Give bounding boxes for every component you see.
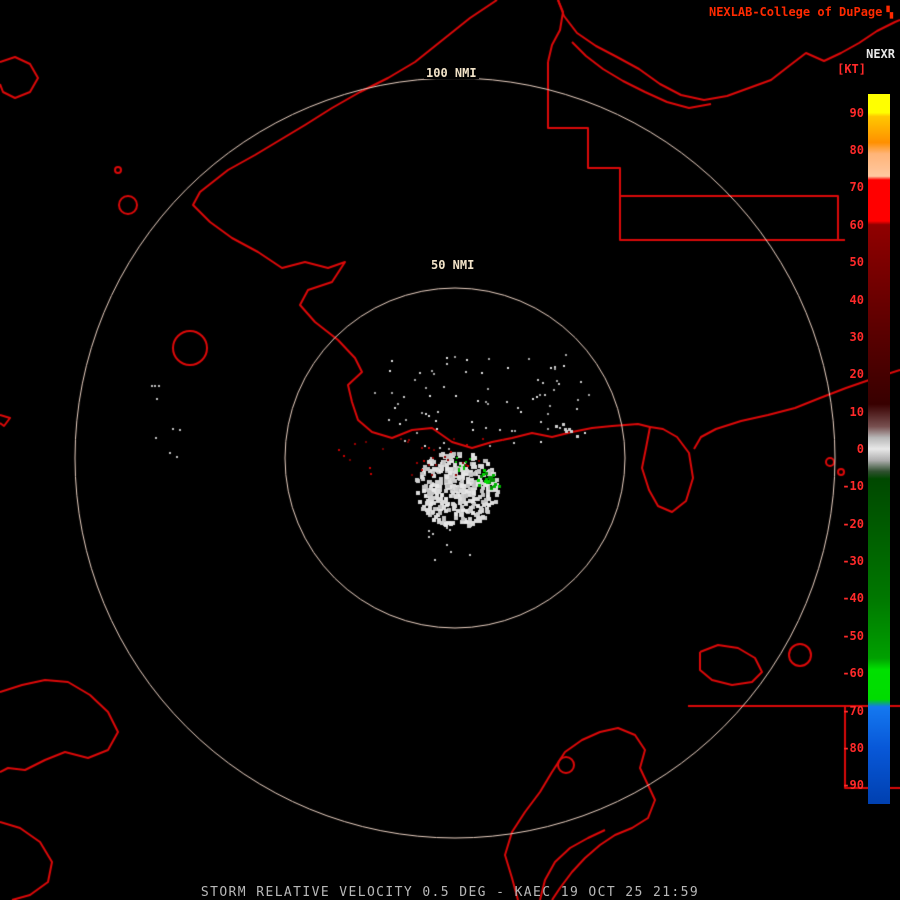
- colorbar-tick: -80: [842, 740, 864, 755]
- product-caption: STORM RELATIVE VELOCITY 0.5 DEG - KAEC 1…: [200, 885, 700, 900]
- colorbar-tick: 80: [849, 143, 864, 158]
- colorbar-tick: -70: [842, 703, 864, 718]
- colorbar-tick: 50: [849, 255, 864, 270]
- velocity-colorbar: [868, 94, 890, 804]
- radar-viewer: NEXLAB-College of DuPage ▚ NEXR [KT] 90 80…: [0, 0, 900, 900]
- colorbar-units-label: [KT]: [837, 62, 866, 76]
- colorbar-tick: 30: [849, 329, 864, 344]
- nexlab-logo-icon: ▚: [886, 6, 893, 19]
- colorbar-tick: 40: [849, 292, 864, 307]
- colorbar-tick: 70: [849, 180, 864, 195]
- colorbar-tick: -20: [842, 516, 864, 531]
- colorbar-tick: -40: [842, 591, 864, 606]
- colorbar-tick: 0: [856, 442, 864, 456]
- colorbar-tick: -90: [842, 778, 864, 793]
- colorbar-tick: 60: [849, 217, 864, 232]
- colorbar-tick: 10: [849, 404, 864, 419]
- radar-display-canvas: [0, 0, 900, 900]
- range-ring-label-100nmi: 100 NMI: [424, 66, 479, 80]
- colorbar-product-label: NEXR: [866, 47, 895, 61]
- site-title-text: NEXLAB-College of DuPage: [708, 5, 883, 19]
- site-title: NEXLAB-College of DuPage ▚: [709, 6, 893, 18]
- colorbar-tick: -60: [842, 666, 864, 681]
- colorbar-tick: -50: [842, 628, 864, 643]
- colorbar-tick: 20: [849, 367, 864, 382]
- colorbar-tick: -10: [842, 479, 864, 494]
- colorbar-tick: -30: [842, 554, 864, 569]
- colorbar-tick: 90: [849, 105, 864, 120]
- range-ring-label-50nmi: 50 NMI: [429, 258, 477, 272]
